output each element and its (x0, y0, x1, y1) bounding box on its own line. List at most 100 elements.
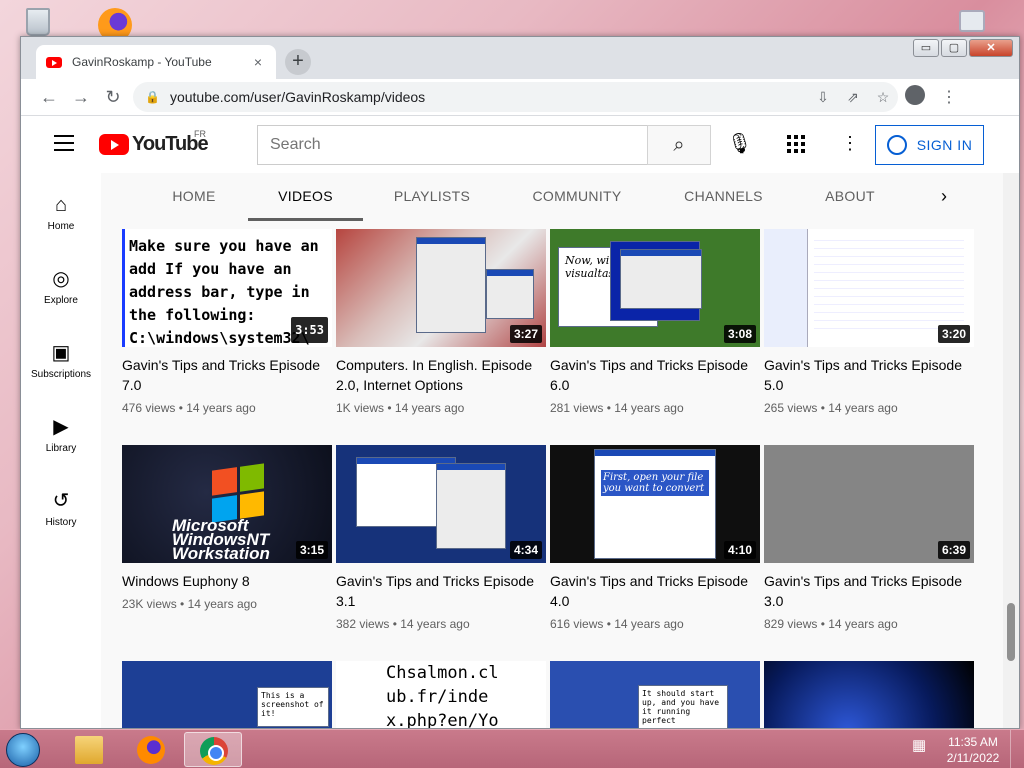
clock-date: 2/11/2022 (946, 751, 1000, 765)
view-count: 616 views (550, 617, 604, 631)
video-title[interactable]: Gavin's Tips and Tricks Episode 3.0 (764, 571, 974, 611)
install-app-icon[interactable]: ⇩ (808, 89, 838, 106)
network-icon[interactable]: ▦ (912, 736, 932, 758)
tab-about[interactable]: ABOUT (806, 173, 894, 219)
youtube-play-icon (99, 134, 129, 155)
address-bar[interactable]: 🔒 youtube.com/user/GavinRoskamp/videos ⇩… (133, 82, 898, 112)
video-thumbnail[interactable]: First, open your file you want to conver… (550, 445, 760, 563)
duration-badge: 3:08 (723, 325, 756, 343)
reload-icon[interactable]: ↻ (97, 81, 129, 113)
url-text[interactable]: youtube.com/user/GavinRoskamp/videos (170, 89, 808, 105)
compass-icon: ◎ (52, 268, 70, 290)
share-icon[interactable]: ⇗ (838, 89, 868, 106)
video-thumbnail[interactable]: 6:39 (764, 445, 974, 563)
search-icon: ⌕ (673, 134, 685, 156)
guide-label: Explore (44, 295, 78, 306)
video-card[interactable]: It should start up, and you have it runn… (550, 661, 760, 728)
sign-in-button[interactable]: SIGN IN (875, 125, 984, 165)
guide-item-home[interactable]: ⌂ Home (21, 191, 101, 232)
video-thumbnail[interactable]: Chsalmon.club.fr/index.php?en/Yod- (336, 661, 546, 729)
video-thumbnail[interactable] (764, 661, 974, 728)
search-input[interactable] (257, 125, 647, 165)
video-title[interactable]: Gavin's Tips and Tricks Episode 3.1 (336, 571, 546, 611)
tab-playlists[interactable]: PLAYLISTS (376, 173, 488, 219)
thumbnail-text: It should start up, and you have it runn… (642, 689, 720, 725)
channel-tabs: HOME VIDEOS PLAYLISTS COMMUNITY CHANNELS… (101, 173, 1001, 221)
apps-grid-icon[interactable] (787, 135, 805, 153)
recycle-bin-icon[interactable] (18, 4, 58, 38)
tab-videos[interactable]: VIDEOS (248, 173, 363, 221)
youtube-logo[interactable]: YouTube FR (99, 129, 209, 156)
taskbar: ▦ 11:35 AM 2/11/2022 (0, 729, 1024, 768)
search-button[interactable]: ⌕ (647, 125, 711, 165)
tab-community[interactable]: COMMUNITY (516, 173, 638, 219)
video-title[interactable]: Computers. In English. Episode 2.0, Inte… (336, 355, 546, 395)
scrollbar-thumb[interactable] (1007, 603, 1015, 661)
tab-title: GavinRoskamp - YouTube (72, 55, 212, 69)
video-thumbnail[interactable]: 3:20 (764, 229, 974, 347)
video-thumbnail[interactable]: Now, with visualtaski 3:08 (550, 229, 760, 347)
video-card[interactable]: Make sure you have an add If you have an… (122, 229, 332, 415)
show-desktop-button[interactable] (1010, 730, 1024, 768)
back-arrow-icon[interactable]: ← (33, 81, 65, 113)
page-scrollbar[interactable] (1003, 173, 1019, 728)
video-card[interactable]: 3:27 Computers. In English. Episode 2.0,… (336, 229, 546, 415)
new-tab-button[interactable]: + (285, 49, 311, 75)
guide-item-subscriptions[interactable]: ▣ Subscriptions (21, 339, 101, 380)
chevron-right-icon[interactable]: › (941, 173, 961, 219)
tab-close-icon[interactable]: × (250, 54, 266, 70)
video-card[interactable]: 6:39 Gavin's Tips and Tricks Episode 3.0… (764, 445, 974, 631)
tab-channels[interactable]: CHANNELS (671, 173, 776, 219)
video-thumbnail[interactable]: Make sure you have an add If you have an… (122, 229, 332, 347)
guide-item-library[interactable]: ▶ Library (21, 413, 101, 454)
chrome-icon (200, 737, 228, 765)
video-card[interactable]: 3:20 Gavin's Tips and Tricks Episode 5.0… (764, 229, 974, 415)
video-title[interactable]: Windows Euphony 8 (122, 571, 332, 591)
video-card[interactable]: Microsoft WindowsNT Workstation 3:15 Win… (122, 445, 332, 611)
video-card[interactable]: Chsalmon.club.fr/index.php?en/Yod- (336, 661, 546, 729)
maximize-button[interactable]: ▢ (941, 39, 967, 57)
video-card[interactable]: 4:34 Gavin's Tips and Tricks Episode 3.1… (336, 445, 546, 631)
video-thumbnail[interactable]: Microsoft WindowsNT Workstation 3:15 (122, 445, 332, 563)
profile-icon[interactable] (898, 84, 932, 110)
chrome-menu-icon[interactable]: ⋮ (932, 87, 966, 107)
bookmark-star-icon[interactable]: ☆ (868, 89, 898, 106)
upload-age: 14 years ago (186, 401, 256, 415)
taskbar-explorer[interactable] (60, 732, 118, 767)
computer-desktop-icon[interactable] (955, 8, 989, 36)
firefox-desktop-icon[interactable] (94, 6, 138, 42)
video-card[interactable] (764, 661, 974, 728)
video-card[interactable]: First, open your file you want to conver… (550, 445, 760, 631)
guide-item-history[interactable]: ↺ History (21, 487, 101, 528)
video-title[interactable]: Gavin's Tips and Tricks Episode 4.0 (550, 571, 760, 611)
settings-kebab-icon[interactable]: ⋮ (841, 131, 859, 155)
start-button[interactable] (4, 731, 44, 768)
system-clock[interactable]: 11:35 AM 2/11/2022 (938, 734, 1008, 766)
video-thumbnail[interactable]: 4:34 (336, 445, 546, 563)
video-title[interactable]: Gavin's Tips and Tricks Episode 7.0 (122, 355, 332, 395)
video-meta: 281 views • 14 years ago (550, 401, 684, 415)
video-title[interactable]: Gavin's Tips and Tricks Episode 5.0 (764, 355, 974, 395)
video-thumbnail[interactable]: 3:27 (336, 229, 546, 347)
video-card[interactable]: Now, with visualtaski 3:08 Gavin's Tips … (550, 229, 760, 415)
video-title[interactable]: Gavin's Tips and Tricks Episode 6.0 (550, 355, 760, 395)
taskbar-chrome[interactable] (184, 732, 242, 767)
forward-arrow-icon[interactable]: → (65, 81, 97, 113)
video-card[interactable]: This is a screenshot of it! (122, 661, 332, 728)
lock-icon[interactable]: 🔒 (145, 90, 160, 104)
thumbnail-text: First, open your file you want to conver… (601, 470, 709, 496)
close-window-button[interactable]: ✕ (969, 39, 1013, 57)
duration-badge: 3:27 (509, 325, 542, 343)
thumbnail-text: Chsalmon.club.fr/index.php?en/Yod- (386, 663, 499, 729)
video-thumbnail[interactable]: This is a screenshot of it! (122, 661, 332, 728)
tab-home[interactable]: HOME (141, 173, 247, 219)
minimize-button[interactable]: ▭ (913, 39, 939, 57)
microphone-icon[interactable]: 🎙 (727, 131, 752, 159)
browser-tab[interactable]: GavinRoskamp - YouTube × (36, 45, 276, 79)
taskbar-firefox[interactable] (122, 732, 180, 767)
guide-label: Library (45, 443, 77, 454)
upload-age: 14 years ago (828, 401, 898, 415)
video-thumbnail[interactable]: It should start up, and you have it runn… (550, 661, 760, 728)
guide-item-explore[interactable]: ◎ Explore (21, 265, 101, 306)
hamburger-menu-icon[interactable] (54, 135, 74, 151)
